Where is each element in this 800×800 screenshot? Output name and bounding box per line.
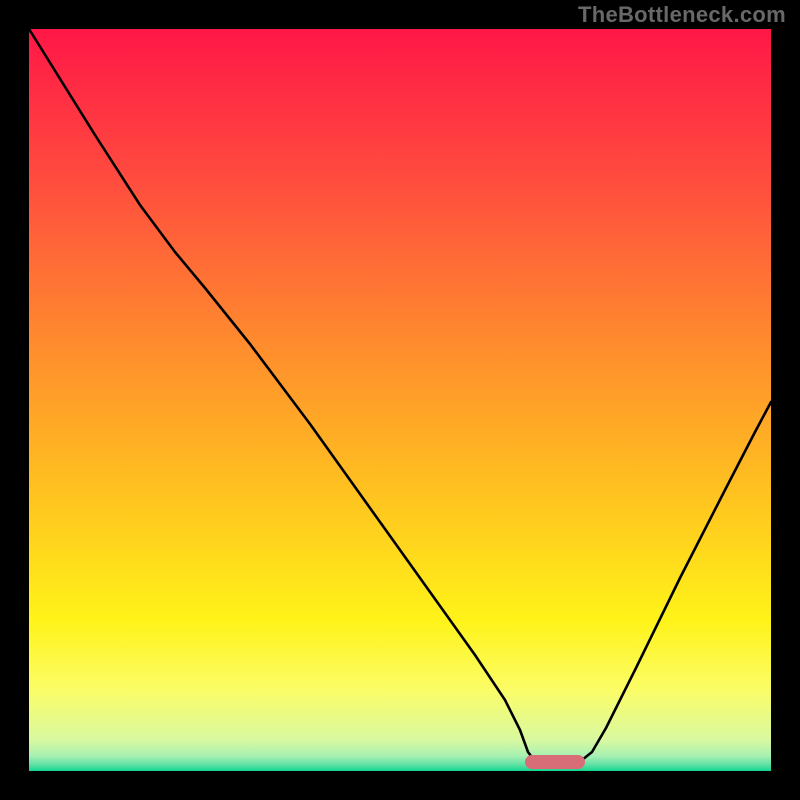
chart-stage: TheBottleneck.com	[0, 0, 800, 800]
watermark-text: TheBottleneck.com	[578, 2, 786, 28]
plot-background	[29, 29, 771, 771]
optimum-marker	[525, 755, 585, 769]
bottleneck-chart	[0, 0, 800, 800]
